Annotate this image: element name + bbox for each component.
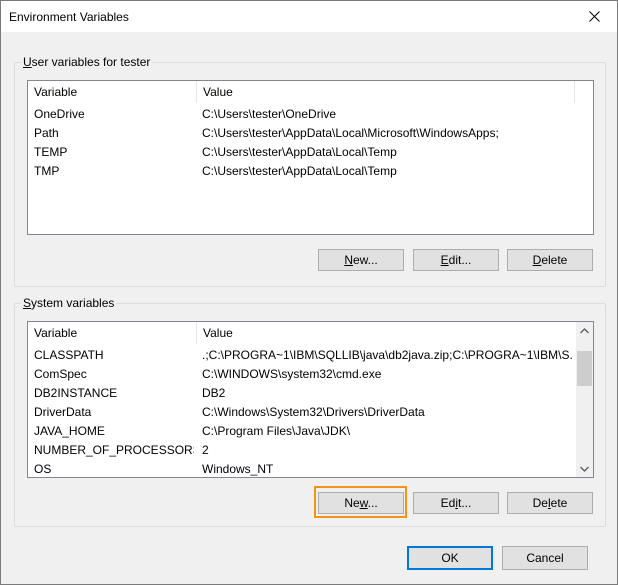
variable-name: NUMBER_OF_PROCESSORS (34, 443, 194, 457)
highlight-box (314, 486, 407, 518)
variable-value: C:\WINDOWS\system32\cmd.exe (202, 367, 382, 381)
table-row[interactable]: JAVA_HOME C:\Program Files\Java\JDK\ (28, 422, 576, 441)
variable-value: DB2 (202, 386, 226, 400)
scroll-up-button[interactable] (576, 322, 593, 339)
table-row[interactable]: TEMP C:\Users\tester\AppData\Local\Temp (28, 143, 593, 162)
environment-variables-dialog: Environment Variables User variables for… (0, 0, 618, 585)
list-header: Variable Value (28, 322, 576, 344)
table-row[interactable]: DB2INSTANCE DB2 (28, 384, 576, 403)
user-variables-list[interactable]: Variable Value OneDrive C:\Users\tester\… (27, 80, 594, 235)
variable-name: OneDrive (34, 107, 85, 121)
variable-value: 2 (202, 443, 209, 457)
ok-button[interactable]: OK (407, 546, 493, 570)
variable-name: OS (34, 462, 52, 476)
chevron-down-icon (580, 466, 589, 472)
user-delete-button[interactable]: Delete (507, 249, 593, 271)
column-header-value[interactable]: Value (197, 81, 575, 103)
table-row[interactable]: DriverData C:\Windows\System32\Drivers\D… (28, 403, 576, 422)
variable-name: DB2INSTANCE (34, 386, 118, 400)
column-header-variable[interactable]: Variable (28, 81, 197, 103)
variable-value: C:\Users\tester\OneDrive (202, 107, 337, 121)
column-header-value[interactable]: Value (197, 322, 575, 344)
vertical-scrollbar[interactable] (576, 322, 593, 477)
variable-name: Path (34, 126, 59, 140)
scroll-thumb[interactable] (577, 351, 592, 386)
system-variables-legend: System variables (21, 296, 117, 310)
variable-name: JAVA_HOME (34, 424, 105, 438)
scroll-down-button[interactable] (576, 460, 593, 477)
cancel-button[interactable]: Cancel (502, 546, 588, 570)
system-variables-rows: CLASSPATH .;C:\PROGRA~1\IBM\SQLLIB\java\… (28, 346, 576, 477)
table-row[interactable]: TMP C:\Users\tester\AppData\Local\Temp (28, 162, 593, 181)
table-row[interactable]: Path C:\Users\tester\AppData\Local\Micro… (28, 124, 593, 143)
system-edit-button[interactable]: Edit... (413, 492, 499, 514)
system-variables-list[interactable]: Variable Value CLASSPATH .;C:\PROGRA~1\I… (27, 321, 594, 478)
table-row[interactable]: OS Windows_NT (28, 460, 576, 477)
user-variables-legend: User variables for tester (21, 55, 153, 69)
variable-value: C:\Windows\System32\Drivers\DriverData (202, 405, 425, 419)
user-variables-rows: OneDrive C:\Users\tester\OneDrive Path C… (28, 105, 593, 181)
user-new-button[interactable]: New... (318, 249, 404, 271)
system-delete-button[interactable]: Delete (507, 492, 593, 514)
table-row[interactable]: OneDrive C:\Users\tester\OneDrive (28, 105, 593, 124)
column-header-variable[interactable]: Variable (28, 322, 197, 344)
variable-value: C:\Users\tester\AppData\Local\Microsoft\… (202, 126, 499, 140)
window-title: Environment Variables (9, 10, 129, 24)
list-header: Variable Value (28, 81, 593, 103)
title-bar: Environment Variables (1, 1, 617, 32)
close-button[interactable] (571, 1, 617, 32)
table-row[interactable]: CLASSPATH .;C:\PROGRA~1\IBM\SQLLIB\java\… (28, 346, 576, 365)
variable-value: C:\Users\tester\AppData\Local\Temp (202, 145, 397, 159)
variable-value: C:\Users\tester\AppData\Local\Temp (202, 164, 397, 178)
user-variables-group: User variables for tester Variable Value… (14, 55, 606, 287)
variable-name: ComSpec (34, 367, 87, 381)
chevron-up-icon (580, 327, 589, 333)
variable-name: DriverData (34, 405, 92, 419)
variable-value: C:\Program Files\Java\JDK\ (202, 424, 351, 438)
variable-value: .;C:\PROGRA~1\IBM\SQLLIB\java\db2java.zi… (202, 348, 572, 362)
table-row[interactable]: NUMBER_OF_PROCESSORS 2 (28, 441, 576, 460)
close-icon (588, 11, 600, 22)
variable-name: TMP (34, 164, 60, 178)
variable-value: Windows_NT (202, 462, 274, 476)
variable-name: CLASSPATH (34, 348, 104, 362)
table-row[interactable]: ComSpec C:\WINDOWS\system32\cmd.exe (28, 365, 576, 384)
user-edit-button[interactable]: Edit... (413, 249, 499, 271)
variable-name: TEMP (34, 145, 68, 159)
system-variables-group: System variables Variable Value CLASSPAT… (14, 296, 606, 527)
